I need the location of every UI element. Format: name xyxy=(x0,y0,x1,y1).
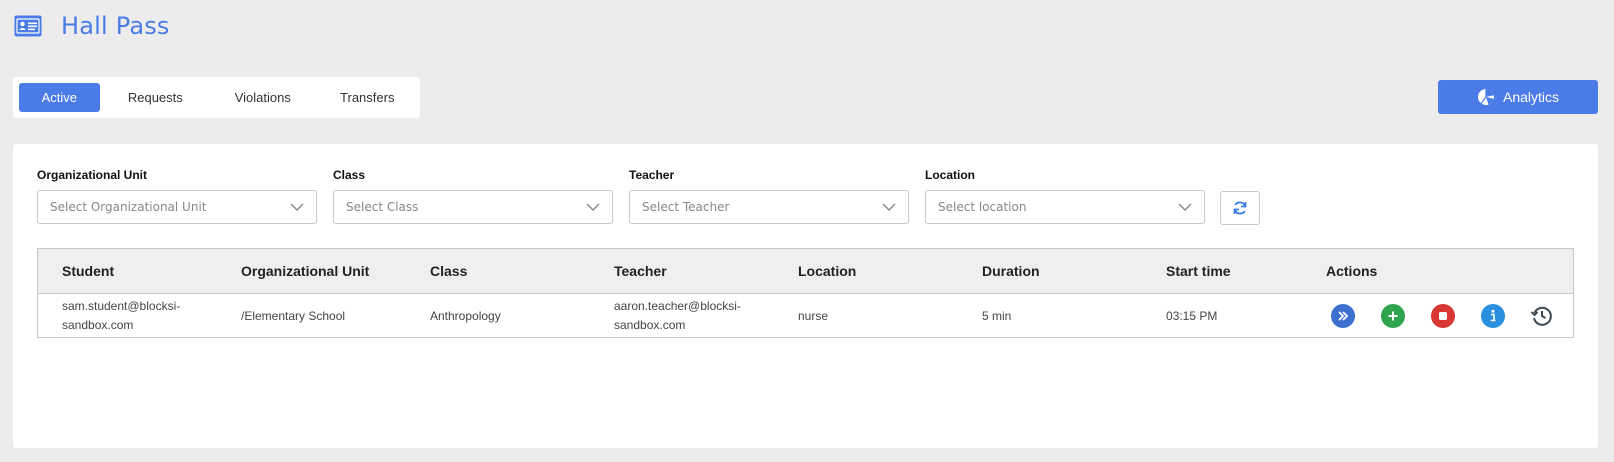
select-placeholder: Select Organizational Unit xyxy=(50,200,207,214)
select-placeholder: Select location xyxy=(938,200,1027,214)
select-placeholder: Select Class xyxy=(346,200,419,214)
cell-duration: 5 min xyxy=(982,309,1012,323)
table-row: sam.student@blocksi- sandbox.com /Elemen… xyxy=(38,294,1573,338)
extend-time-button[interactable] xyxy=(1381,304,1405,328)
column-header-student: Student xyxy=(62,263,115,279)
active-passes-table: Student Organizational Unit Class Teache… xyxy=(37,248,1574,338)
select-placeholder: Select Teacher xyxy=(642,200,730,214)
filter-label: Location xyxy=(925,168,975,182)
analytics-label: Analytics xyxy=(1502,89,1560,105)
column-header-teacher: Teacher xyxy=(614,263,667,279)
tab-active[interactable]: Active xyxy=(19,83,100,112)
app-header: Hall Pass xyxy=(14,11,170,41)
info-button[interactable] xyxy=(1481,304,1505,328)
refresh-button[interactable] xyxy=(1220,191,1260,225)
chevron-down-icon xyxy=(1178,203,1192,211)
column-header-start-time: Start time xyxy=(1166,263,1231,279)
cell-student: sam.student@blocksi- sandbox.com xyxy=(62,297,212,335)
filter-class: Class Select Class xyxy=(333,168,613,224)
analytics-button[interactable]: Analytics xyxy=(1438,80,1598,114)
teacher-email-line1: aaron.teacher@blocksi- xyxy=(614,299,741,313)
page-title: Hall Pass xyxy=(61,12,170,40)
filter-org-unit: Organizational Unit Select Organizationa… xyxy=(37,168,317,224)
stop-icon xyxy=(1439,312,1447,320)
location-select[interactable]: Select location xyxy=(925,190,1205,224)
column-header-org-unit: Organizational Unit xyxy=(241,263,370,279)
teacher-email-line2: sandbox.com xyxy=(614,318,686,332)
table-header: Student Organizational Unit Class Teache… xyxy=(38,249,1573,294)
end-pass-button[interactable] xyxy=(1431,304,1455,328)
history-icon xyxy=(1530,306,1552,326)
cell-class: Anthropology xyxy=(430,309,501,323)
tab-violations[interactable]: Violations xyxy=(211,83,314,112)
filter-label: Organizational Unit xyxy=(37,168,148,182)
refresh-icon xyxy=(1233,201,1247,215)
active-passes-panel: Organizational Unit Select Organizationa… xyxy=(13,144,1598,448)
cell-teacher: aaron.teacher@blocksi- sandbox.com xyxy=(614,297,764,335)
transfer-button[interactable] xyxy=(1331,304,1355,328)
org-unit-select[interactable]: Select Organizational Unit xyxy=(37,190,317,224)
class-select[interactable]: Select Class xyxy=(333,190,613,224)
tab-transfers[interactable]: Transfers xyxy=(315,83,420,112)
history-button[interactable] xyxy=(1530,304,1554,328)
id-card-icon xyxy=(14,15,42,37)
chevron-down-icon xyxy=(586,203,600,211)
column-header-duration: Duration xyxy=(982,263,1040,279)
student-email-line1: sam.student@blocksi- xyxy=(62,299,181,313)
student-email-line2: sandbox.com xyxy=(62,318,134,332)
column-header-class: Class xyxy=(430,263,468,279)
filter-label: Class xyxy=(333,168,366,182)
cell-org-unit: /Elementary School xyxy=(241,309,346,323)
chevron-down-icon xyxy=(290,203,304,211)
transfer-icon xyxy=(1338,311,1349,321)
filter-location: Location Select location xyxy=(925,168,1205,224)
chevron-down-icon xyxy=(882,203,896,211)
column-header-actions: Actions xyxy=(1326,263,1378,279)
cell-start-time: 03:15 PM xyxy=(1166,309,1218,323)
extend-icon xyxy=(1388,311,1398,321)
filter-label: Teacher xyxy=(629,168,675,182)
pie-chart-icon xyxy=(1477,89,1494,105)
info-icon xyxy=(1490,309,1496,322)
tab-bar: Active Requests Violations Transfers xyxy=(13,77,420,118)
cell-location: nurse xyxy=(798,309,829,323)
tab-requests[interactable]: Requests xyxy=(100,83,211,112)
filter-teacher: Teacher Select Teacher xyxy=(629,168,909,224)
column-header-location: Location xyxy=(798,263,857,279)
teacher-select[interactable]: Select Teacher xyxy=(629,190,909,224)
